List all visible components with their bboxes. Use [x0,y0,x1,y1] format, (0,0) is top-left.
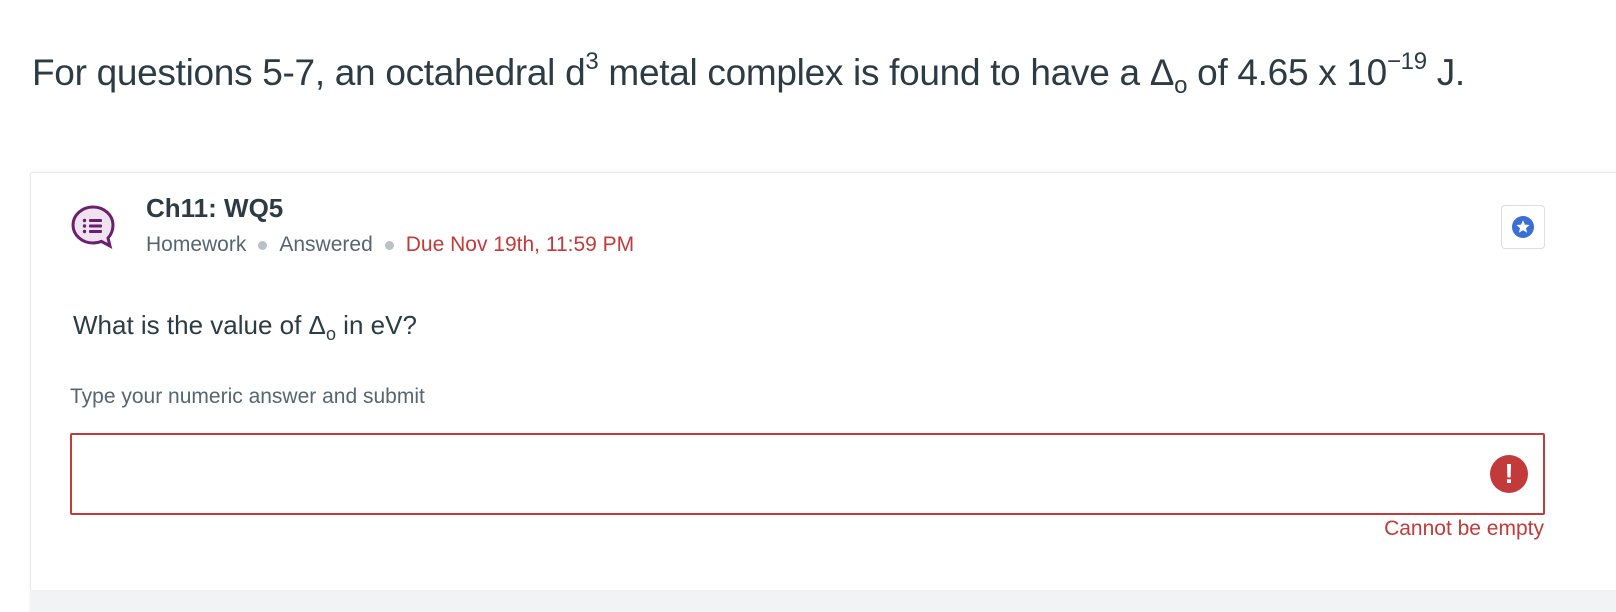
error-message: Cannot be empty [1384,517,1544,540]
prompt-suffix: in eV? [335,310,417,340]
question-title: Ch11: WQ5 [146,193,284,223]
intro-prefix: For questions 5-7, an octahedral d [32,52,586,93]
question-meta: Homework Answered Due Nov 19th, 11:59 PM [146,233,634,257]
speech-bubble-list-icon [71,205,115,249]
meta-separator-dot [384,240,394,250]
star-button[interactable] [1501,205,1545,249]
intro-exponent: −19 [1386,48,1427,75]
question-status: Answered [279,233,373,256]
answer-hint: Type your numeric answer and submit [70,385,425,408]
intro-delta-subscript: o [1174,72,1188,99]
exclamation-icon: ! [1490,455,1528,493]
intro-d-superscript: 3 [585,48,599,75]
numeric-answer-input[interactable] [70,433,1545,515]
prompt-subscript: o [325,324,336,344]
question-prompt: What is the value of Δo in eV? [73,310,417,344]
intro-statement: For questions 5-7, an octahedral d3 meta… [32,50,1466,98]
due-date: Due Nov 19th, 11:59 PM [405,233,635,256]
intro-value: of 4.65 x 10 [1187,52,1387,93]
star-badge-icon [1512,216,1534,238]
meta-separator-dot [258,240,268,250]
intro-middle: metal complex is found to have a Δ [598,52,1175,93]
question-type: Homework [146,233,247,256]
intro-unit: J. [1426,52,1466,93]
prompt-prefix: What is the value of Δ [73,310,326,340]
card-footer-strip [30,590,1616,612]
